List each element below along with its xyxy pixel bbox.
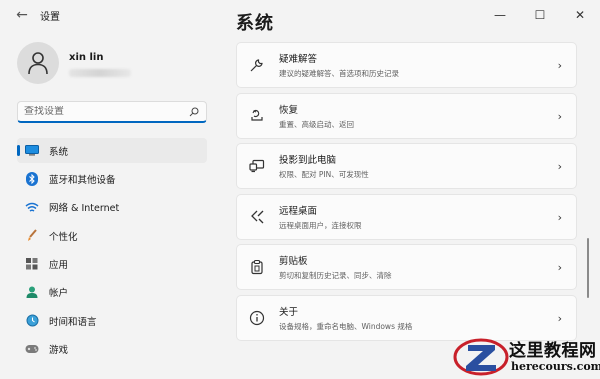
- sidebar-item-label: 个性化: [49, 231, 78, 243]
- chevron-right-icon: ›: [557, 109, 562, 123]
- blurred-email: [69, 69, 131, 77]
- card-subtitle: 远程桌面用户，连接权限: [279, 220, 362, 230]
- search-input[interactable]: [24, 106, 188, 117]
- user-icon: [28, 52, 48, 75]
- back-button[interactable]: ←: [8, 3, 36, 27]
- card-title: 投影到此电脑: [279, 155, 337, 167]
- card-subtitle: 重置、高级启动、返回: [279, 119, 354, 129]
- sidebar-item-gaming[interactable]: 游戏: [17, 337, 207, 362]
- avatar: [17, 42, 59, 84]
- chevron-right-icon: ›: [557, 261, 562, 275]
- search-box[interactable]: [17, 101, 207, 123]
- time-language-icon: [25, 314, 39, 328]
- card-title: 恢复: [279, 104, 299, 116]
- personalization-icon: [25, 229, 39, 243]
- bluetooth-icon: [25, 171, 39, 186]
- card-title: 远程桌面: [279, 205, 318, 217]
- maximize-button[interactable]: ☐: [520, 0, 560, 30]
- wrench-icon: [247, 55, 267, 75]
- window-controls: — ☐ ✕: [480, 0, 600, 30]
- sidebar-item-label: 网络 & Internet: [49, 203, 120, 215]
- chevron-right-icon: ›: [557, 210, 562, 224]
- sidebar-item-label: 游戏: [49, 345, 69, 357]
- close-button[interactable]: ✕: [560, 0, 600, 30]
- troubleshoot-card[interactable]: 疑难解答 建议的疑难解答、首选项和历史记录 ›: [236, 42, 577, 88]
- recovery-card[interactable]: 恢复 重置、高级启动、返回 ›: [236, 92, 577, 139]
- minimize-icon: —: [494, 8, 506, 22]
- system-icon: [25, 144, 39, 158]
- chevron-right-icon: ›: [557, 311, 562, 325]
- sidebar-item-time-language[interactable]: 时间和语言: [17, 308, 207, 333]
- sidebar-item-label: 系统: [49, 146, 69, 158]
- chevron-right-icon: ›: [557, 59, 562, 72]
- settings-list: 疑难解答 建议的疑难解答、首选项和历史记录 › 恢复 重置、高级启动、返回 › …: [236, 42, 577, 346]
- remote-desktop-card[interactable]: 远程桌面 远程桌面用户，连接权限 ›: [236, 193, 577, 240]
- info-icon: [247, 308, 267, 328]
- gaming-icon: [25, 342, 39, 356]
- sidebar-item-label: 时间和语言: [49, 316, 97, 328]
- maximize-icon: ☐: [534, 8, 546, 22]
- watermark-url: herecours.com: [511, 360, 600, 373]
- sidebar-item-label: 蓝牙和其他设备: [49, 174, 116, 186]
- card-title: 疑难解答: [279, 54, 318, 65]
- network-icon: [25, 200, 39, 214]
- remote-desktop-icon: [247, 207, 267, 227]
- search-icon[interactable]: [188, 106, 200, 118]
- watermark-logo-icon: [453, 338, 509, 376]
- watermark-title: 这里教程网: [509, 341, 597, 361]
- card-title: 关于: [279, 306, 299, 318]
- title-bar: ← 设置 — ☐ ✕: [0, 0, 600, 30]
- sidebar-item-personalization[interactable]: 个性化: [17, 223, 207, 248]
- sidebar-item-bluetooth[interactable]: 蓝牙和其他设备: [17, 166, 207, 191]
- close-icon: ✕: [574, 8, 586, 22]
- clipboard-icon: [247, 257, 267, 277]
- recovery-icon: [247, 106, 267, 126]
- card-title: 剪贴板: [279, 256, 308, 268]
- card-subtitle: 权限、配对 PIN、可发现性: [279, 170, 369, 180]
- clipboard-card[interactable]: 剪贴板 剪切和复制历史记录、同步、清除 ›: [236, 244, 577, 291]
- scrollbar[interactable]: [587, 238, 589, 298]
- sidebar-nav: 系统 蓝牙和其他设备 网络 & Internet 个性化 应用 帐户 时间和语言…: [17, 138, 207, 365]
- chevron-right-icon: ›: [557, 160, 562, 174]
- page-title: 系统: [236, 13, 274, 34]
- back-arrow-icon: ←: [16, 7, 28, 23]
- sidebar-item-label: 应用: [49, 260, 69, 272]
- card-subtitle: 设备规格，重命名电脑、Windows 规格: [279, 321, 413, 331]
- apps-icon: [25, 257, 39, 271]
- projection-icon: [247, 156, 267, 176]
- sidebar-item-apps[interactable]: 应用: [17, 252, 207, 277]
- username: xin lin: [69, 52, 104, 63]
- user-profile[interactable]: xin lin: [17, 42, 131, 84]
- sidebar: xin lin 系统 蓝牙和其他设备: [0, 30, 222, 379]
- app-title: 设置: [40, 11, 60, 23]
- sidebar-item-network[interactable]: 网络 & Internet: [17, 195, 207, 220]
- account-icon: [25, 285, 39, 299]
- watermark: 这里教程网 herecours.com: [451, 333, 600, 379]
- sidebar-item-system[interactable]: 系统: [17, 138, 207, 163]
- card-subtitle: 剪切和复制历史记录、同步、清除: [279, 271, 392, 281]
- sidebar-item-label: 帐户: [49, 288, 69, 300]
- minimize-button[interactable]: —: [480, 0, 520, 30]
- projection-card[interactable]: 投影到此电脑 权限、配对 PIN、可发现性 ›: [236, 143, 577, 190]
- card-subtitle: 建议的疑难解答、首选项和历史记录: [279, 69, 399, 78]
- sidebar-item-accounts[interactable]: 帐户: [17, 280, 207, 305]
